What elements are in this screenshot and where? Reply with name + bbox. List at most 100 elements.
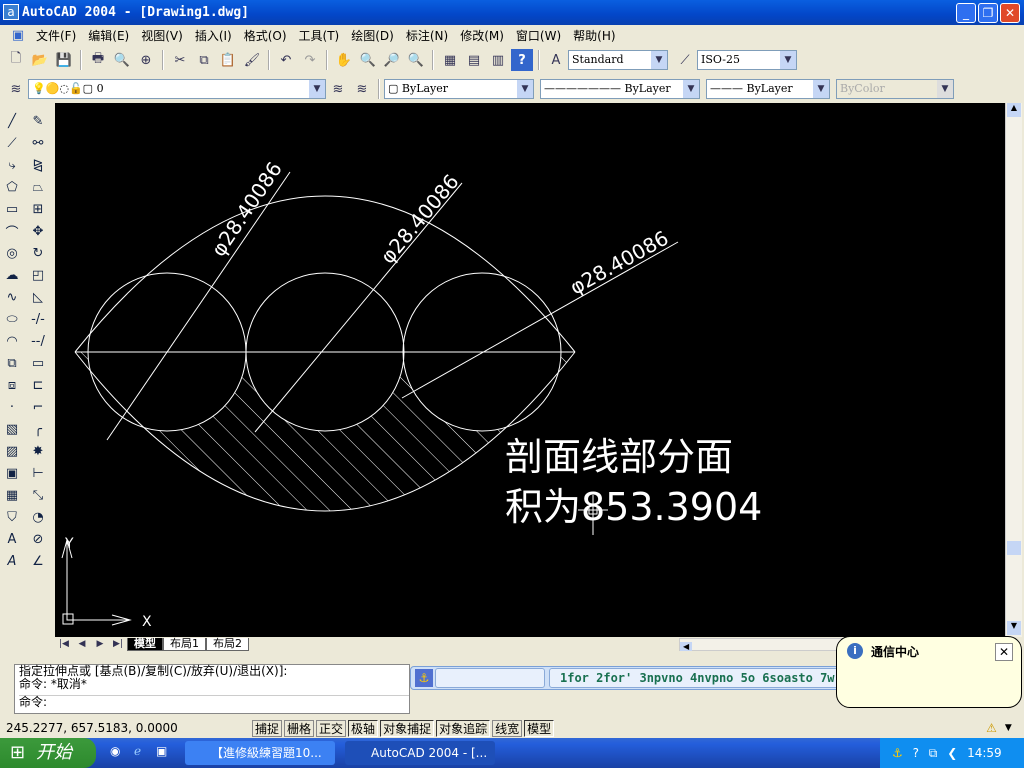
close-button[interactable]: ✕ [1000,3,1020,23]
layer-previous-icon[interactable]: ≋ [351,78,373,100]
ie-icon[interactable]: ℯ [134,744,141,758]
ime-anchor-icon[interactable]: ⚓ [415,669,433,687]
move-icon[interactable]: ✥ [27,220,49,242]
zoom-window-icon[interactable]: 🔎 [381,49,403,71]
menu-file[interactable]: 文件(F) [30,27,82,44]
scale-icon[interactable]: ◰ [27,264,49,286]
text-icon[interactable]: A [1,550,23,572]
open-icon[interactable]: 📂 [29,49,51,71]
print-preview-icon[interactable]: 🔍 [111,49,133,71]
match-properties-icon[interactable]: 🖌 [241,49,263,71]
polyline-icon[interactable]: ⤷ [1,154,23,176]
dim-style-select[interactable]: ISO-25 ▼ [697,50,797,70]
print-icon[interactable]: 🖶 [87,49,109,71]
menu-dimension[interactable]: 标注(N) [400,27,454,44]
tool-palettes-icon[interactable]: ▥ [487,49,509,71]
revision-cloud-icon[interactable]: ☁ [1,264,23,286]
autocad-app-icon[interactable]: a [3,4,19,20]
ellipse-icon[interactable]: ⬭ [1,308,23,330]
point-icon[interactable]: · [1,396,23,418]
plot-style-select[interactable]: ByColor ▼ [836,79,954,99]
table-icon[interactable]: ▦ [1,484,23,506]
tab-model[interactable]: 模型 [127,637,163,651]
cut-icon[interactable]: ✂ [169,49,191,71]
menu-format[interactable]: 格式(O) [238,27,293,44]
linetype-select[interactable]: ——————— ByLayer ▼ [540,79,700,99]
polar-toggle[interactable]: 极轴 [348,719,379,737]
region-icon[interactable]: ▣ [1,462,23,484]
dim-style-icon[interactable]: ⟋ [674,49,696,71]
prev-tab-icon[interactable]: ◀ [74,633,90,655]
otrack-toggle[interactable]: 对象追踪 [436,719,491,737]
last-tab-icon[interactable]: ▶| [110,633,126,655]
vertical-scrollbar[interactable]: ▲ ▼ [1005,103,1022,637]
redo-icon[interactable]: ↷ [299,49,321,71]
erase-icon[interactable]: ✎ [27,110,49,132]
paste-icon[interactable]: 📋 [217,49,239,71]
menu-modify[interactable]: 修改(M) [454,27,510,44]
mirror-icon[interactable]: ⧎ [27,154,49,176]
task-browser[interactable]: 【進修級練習題10... [185,741,335,765]
model-toggle[interactable]: 模型 [524,719,555,737]
scroll-up-button[interactable]: ▲ [1007,103,1021,117]
tab-layout2[interactable]: 布局2 [206,637,249,651]
radius-dim-icon[interactable]: ◔ [27,506,49,528]
design-center-icon[interactable]: ▤ [463,49,485,71]
stretch-icon[interactable]: ◺ [27,286,49,308]
tray-network-icon[interactable]: ⧉ [929,746,938,760]
ime-input[interactable] [435,668,545,688]
layer-select[interactable]: 💡🟡◌🔓▢ 0 ▼ [28,79,326,99]
media-player-icon[interactable]: ◉ [110,744,120,758]
make-current-layer-icon[interactable]: ≋ [327,78,349,100]
menu-tools[interactable]: 工具(T) [293,27,346,44]
lineweight-select[interactable]: ——— ByLayer ▼ [706,79,830,99]
layer-manager-icon[interactable]: ≋ [5,78,27,100]
status-menu-icon[interactable]: ▼ [1005,723,1012,733]
boundary-icon[interactable]: ⛉ [1,506,23,528]
construction-line-icon[interactable]: ⟋ [1,132,23,154]
quicklaunch-icon[interactable]: ▣ [156,744,167,758]
command-input[interactable]: 命令: [19,695,409,709]
rectangle-icon[interactable]: ▭ [1,198,23,220]
circle-icon[interactable]: ◎ [1,242,23,264]
color-select[interactable]: ▢ ByLayer ▼ [384,79,534,99]
tray-help-icon[interactable]: ? [913,746,919,760]
copy-icon[interactable]: ⧉ [193,49,215,71]
tray-expand-icon[interactable]: ❮ [947,746,957,760]
offset-icon[interactable]: ⏢ [27,176,49,198]
copy-object-icon[interactable]: ⚯ [27,132,49,154]
chamfer-icon[interactable]: ⌐ [27,396,49,418]
zoom-realtime-icon[interactable]: 🔍 [357,49,379,71]
warning-icon[interactable]: ⚠ [986,721,997,735]
tab-layout1[interactable]: 布局1 [163,637,206,651]
start-button[interactable]: ⊞ 开始 [0,738,96,768]
zoom-previous-icon[interactable]: 🔍 [405,49,427,71]
publish-icon[interactable]: ⊕ [135,49,157,71]
aligned-dim-icon[interactable]: ⤡ [27,484,49,506]
undo-icon[interactable]: ↶ [275,49,297,71]
mtext-icon[interactable]: A [1,528,23,550]
new-icon[interactable]: 🗋 [5,49,27,71]
rotate-icon[interactable]: ↻ [27,242,49,264]
diameter-dim-icon[interactable]: ⊘ [27,528,49,550]
array-icon[interactable]: ⊞ [27,198,49,220]
insert-block-icon[interactable]: ⧉ [1,352,23,374]
ellipse-arc-icon[interactable]: ◠ [1,330,23,352]
menu-window[interactable]: 窗口(W) [510,27,567,44]
drawing-canvas[interactable]: φ28.40086 φ28.40086 φ28.40086 剖面线部分面 积为8… [55,103,1005,637]
linear-dim-icon[interactable]: ⊢ [27,462,49,484]
maximize-button[interactable]: ❐ [978,3,998,23]
pan-icon[interactable]: ✋ [333,49,355,71]
scroll-down-button[interactable]: ▼ [1007,621,1021,635]
menu-insert[interactable]: 插入(I) [189,27,238,44]
scroll-thumb[interactable] [1007,541,1021,555]
snap-toggle[interactable]: 捕捉 [252,719,283,737]
tray-anchor-icon[interactable]: ⚓ [892,746,903,760]
angular-dim-icon[interactable]: ∠ [27,550,49,572]
menu-draw[interactable]: 绘图(D) [345,27,400,44]
arc-icon[interactable]: ⌒ [1,220,23,242]
text-style-icon[interactable]: A [545,49,567,71]
polygon-icon[interactable]: ⬠ [1,176,23,198]
document-icon[interactable]: ▣ [7,24,29,46]
first-tab-icon[interactable]: |◀ [56,633,72,655]
